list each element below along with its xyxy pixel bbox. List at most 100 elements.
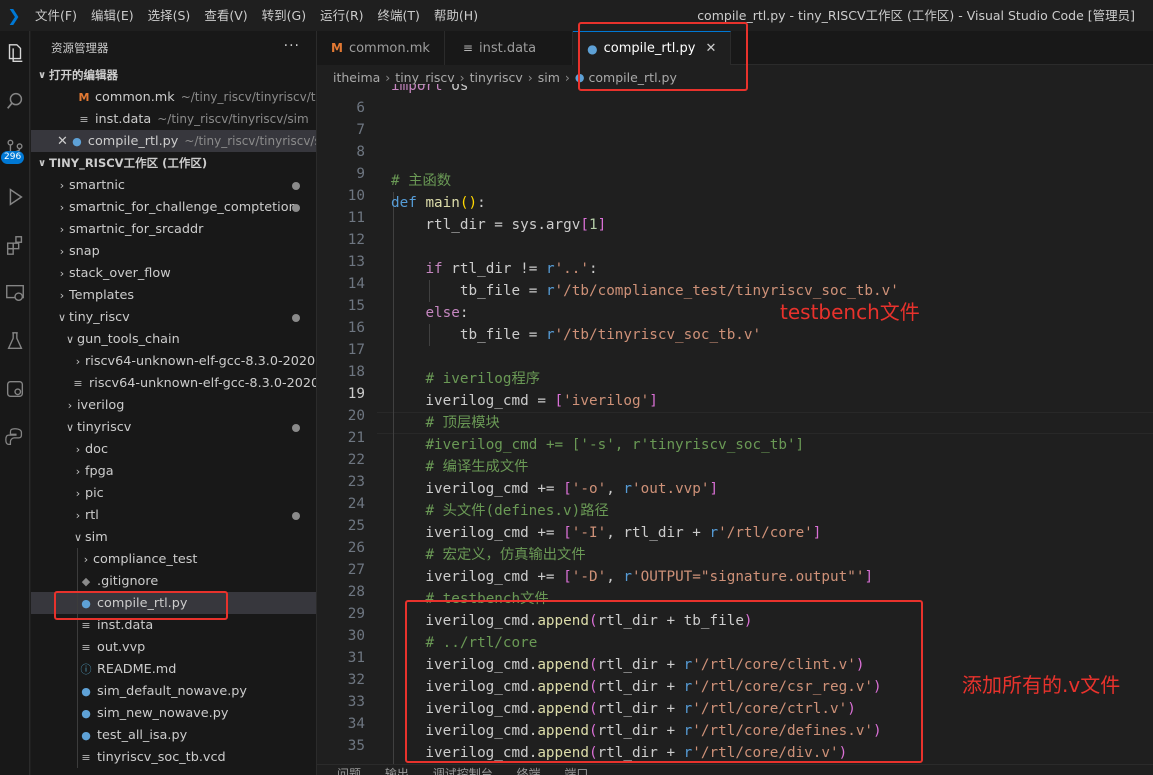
annotation-testbench: testbench文件 bbox=[780, 300, 920, 324]
line-number: 22 bbox=[347, 452, 365, 468]
tree-item[interactable]: ● test_all_isa.py bbox=[31, 724, 316, 746]
tree-item[interactable]: › smartnic_for_challenge_comptetion bbox=[31, 196, 316, 218]
python-file-icon: ● bbox=[72, 134, 82, 148]
workspace-section[interactable]: ∨ TINY_RISCV工作区 (工作区) bbox=[31, 152, 316, 174]
tree-label: tinyriscv bbox=[77, 419, 132, 435]
tree-item[interactable]: › stack_over_flow bbox=[31, 262, 316, 284]
line-number: 20 bbox=[347, 408, 365, 424]
chevron-down-icon: ∨ bbox=[57, 310, 67, 324]
vscode-window: ❯ 文件(F) 编辑(E) 选择(S) 查看(V) 转到(G) 运行(R) 终端… bbox=[0, 0, 1153, 775]
open-editors-title: 打开的编辑器 bbox=[49, 68, 118, 82]
chevron-right-icon: › bbox=[459, 69, 465, 85]
line-number: 24 bbox=[347, 496, 365, 512]
search-icon[interactable] bbox=[0, 79, 30, 123]
breadcrumb-item[interactable]: itheima bbox=[333, 70, 380, 85]
code-line: # 主函数 bbox=[391, 173, 452, 189]
indent-guide bbox=[77, 680, 78, 702]
panel-tab-output[interactable]: 输出 bbox=[385, 767, 409, 775]
tree-item[interactable]: ⓘ README.md bbox=[31, 658, 316, 680]
more-actions-icon[interactable]: ··· bbox=[284, 38, 300, 54]
annotation-add-all: 添加所有的.v文件 bbox=[962, 673, 1121, 697]
tree-item[interactable]: › snap bbox=[31, 240, 316, 262]
tree-item[interactable]: › Templates bbox=[31, 284, 316, 306]
tree-item[interactable]: › iverilog bbox=[31, 394, 316, 416]
panel-tab-debug-console[interactable]: 调试控制台 bbox=[433, 767, 493, 775]
debug-extension-icon[interactable] bbox=[0, 367, 30, 411]
menu-file[interactable]: 文件(F) bbox=[28, 0, 84, 31]
line-number: 32 bbox=[347, 672, 365, 688]
panel-tab-ports[interactable]: 端口 bbox=[564, 767, 588, 775]
explorer-icon[interactable] bbox=[0, 31, 30, 75]
tree-item[interactable]: › riscv64-unknown-elf-gcc-8.3.0-2020.0... bbox=[31, 350, 316, 372]
chevron-down-icon: ∨ bbox=[37, 157, 47, 169]
testing-icon[interactable] bbox=[0, 319, 30, 363]
extensions-icon[interactable] bbox=[0, 223, 30, 267]
code-line: if rtl_dir != r'..': bbox=[425, 261, 598, 277]
menu-go[interactable]: 转到(G) bbox=[255, 0, 313, 31]
tree-item[interactable]: ∨ tinyriscv bbox=[31, 416, 316, 438]
chevron-right-icon: › bbox=[59, 266, 65, 280]
panel-tab-terminal[interactable]: 终端 bbox=[517, 767, 541, 775]
chevron-right-icon: › bbox=[385, 69, 391, 85]
indent-guide bbox=[77, 746, 78, 768]
breadcrumb-item[interactable]: sim bbox=[538, 70, 560, 85]
modified-dot bbox=[292, 512, 300, 520]
tree-item[interactable]: ≡ tinyriscv_soc_tb.vcd bbox=[31, 746, 316, 768]
line-number: 14 bbox=[347, 276, 365, 292]
tree-item[interactable]: › doc bbox=[31, 438, 316, 460]
chevron-down-icon: ∨ bbox=[65, 420, 75, 434]
text-file-icon: ≡ bbox=[81, 618, 91, 632]
line-number: 13 bbox=[347, 254, 365, 270]
tree-item[interactable]: › rtl bbox=[31, 504, 316, 526]
tree-label: snap bbox=[69, 243, 100, 259]
tree-item[interactable]: ∨ tiny_riscv bbox=[31, 306, 316, 328]
tree-item[interactable]: › compliance_test bbox=[31, 548, 316, 570]
tree-item[interactable]: ∨ gun_tools_chain bbox=[31, 328, 316, 350]
open-editors-section[interactable]: ∨ 打开的编辑器 bbox=[31, 64, 316, 86]
file-label: compile_rtl.py bbox=[87, 133, 179, 149]
open-editor-common-mk[interactable]: Mcommon.mk ~/tiny_riscv/tinyriscv/test... bbox=[31, 86, 316, 108]
indent-guide bbox=[77, 548, 78, 570]
tab-inst-data[interactable]: ≡ inst.data bbox=[444, 31, 574, 65]
menu-help[interactable]: 帮助(H) bbox=[427, 0, 485, 31]
annotation-box-code bbox=[405, 600, 923, 763]
menu-terminal[interactable]: 终端(T) bbox=[371, 0, 427, 31]
tree-item[interactable]: ● sim_new_nowave.py bbox=[31, 702, 316, 724]
breadcrumb-item[interactable]: tinyriscv bbox=[470, 70, 523, 85]
file-path: ~/tiny_riscv/tinyriscv/test... bbox=[180, 90, 316, 104]
breadcrumb-item[interactable]: tiny_riscv bbox=[395, 70, 454, 85]
tree-item[interactable]: › pic bbox=[31, 482, 316, 504]
tree-item[interactable]: › smartnic bbox=[31, 174, 316, 196]
chevron-right-icon: › bbox=[59, 200, 65, 214]
source-control-icon[interactable] bbox=[0, 127, 30, 171]
tree-item[interactable]: ∨ sim bbox=[31, 526, 316, 548]
tree-label: Templates bbox=[69, 287, 135, 303]
menu-edit[interactable]: 编辑(E) bbox=[84, 0, 141, 31]
menu-selection[interactable]: 选择(S) bbox=[141, 0, 198, 31]
code-line: else: bbox=[425, 305, 469, 321]
chevron-right-icon: › bbox=[527, 69, 533, 85]
tree-item[interactable]: › fpga bbox=[31, 460, 316, 482]
close-icon[interactable]: ✕ bbox=[57, 134, 68, 149]
chevron-right-icon: › bbox=[59, 244, 65, 258]
python-icon[interactable] bbox=[0, 415, 30, 459]
tree-item[interactable]: ● sim_default_nowave.py bbox=[31, 680, 316, 702]
open-editor-inst-data[interactable]: ≡ inst.data ~/tiny_riscv/tinyriscv/sim bbox=[31, 108, 316, 130]
run-debug-icon[interactable] bbox=[0, 175, 30, 219]
chevron-right-icon: › bbox=[75, 354, 81, 368]
remote-explorer-icon[interactable] bbox=[0, 271, 30, 315]
tree-item[interactable]: ◆ .gitignore bbox=[31, 570, 316, 592]
code-line: # 头文件(defines.v)路径 bbox=[425, 503, 609, 519]
open-editor-compile-rtl[interactable]: ✕ ● compile_rtl.py ~/tiny_riscv/tinyriscv/s… bbox=[31, 130, 316, 152]
menu-run[interactable]: 运行(R) bbox=[313, 0, 370, 31]
text-file-icon: ≡ bbox=[81, 750, 91, 764]
menu-view[interactable]: 查看(V) bbox=[197, 0, 254, 31]
tree-item[interactable]: › smartnic_for_srcaddr bbox=[31, 218, 316, 240]
tree-item[interactable]: ≡ riscv64-unknown-elf-gcc-8.3.0-2020.0... bbox=[31, 372, 316, 394]
panel-tab-problems[interactable]: 问题 bbox=[337, 767, 361, 775]
tab-common-mk[interactable]: Mcommon.mk bbox=[317, 31, 445, 65]
text-file-icon: ≡ bbox=[73, 376, 83, 390]
chevron-down-icon: ∨ bbox=[37, 69, 47, 81]
tree-item[interactable]: ≡ out.vvp bbox=[31, 636, 316, 658]
tree-label: out.vvp bbox=[97, 639, 146, 655]
